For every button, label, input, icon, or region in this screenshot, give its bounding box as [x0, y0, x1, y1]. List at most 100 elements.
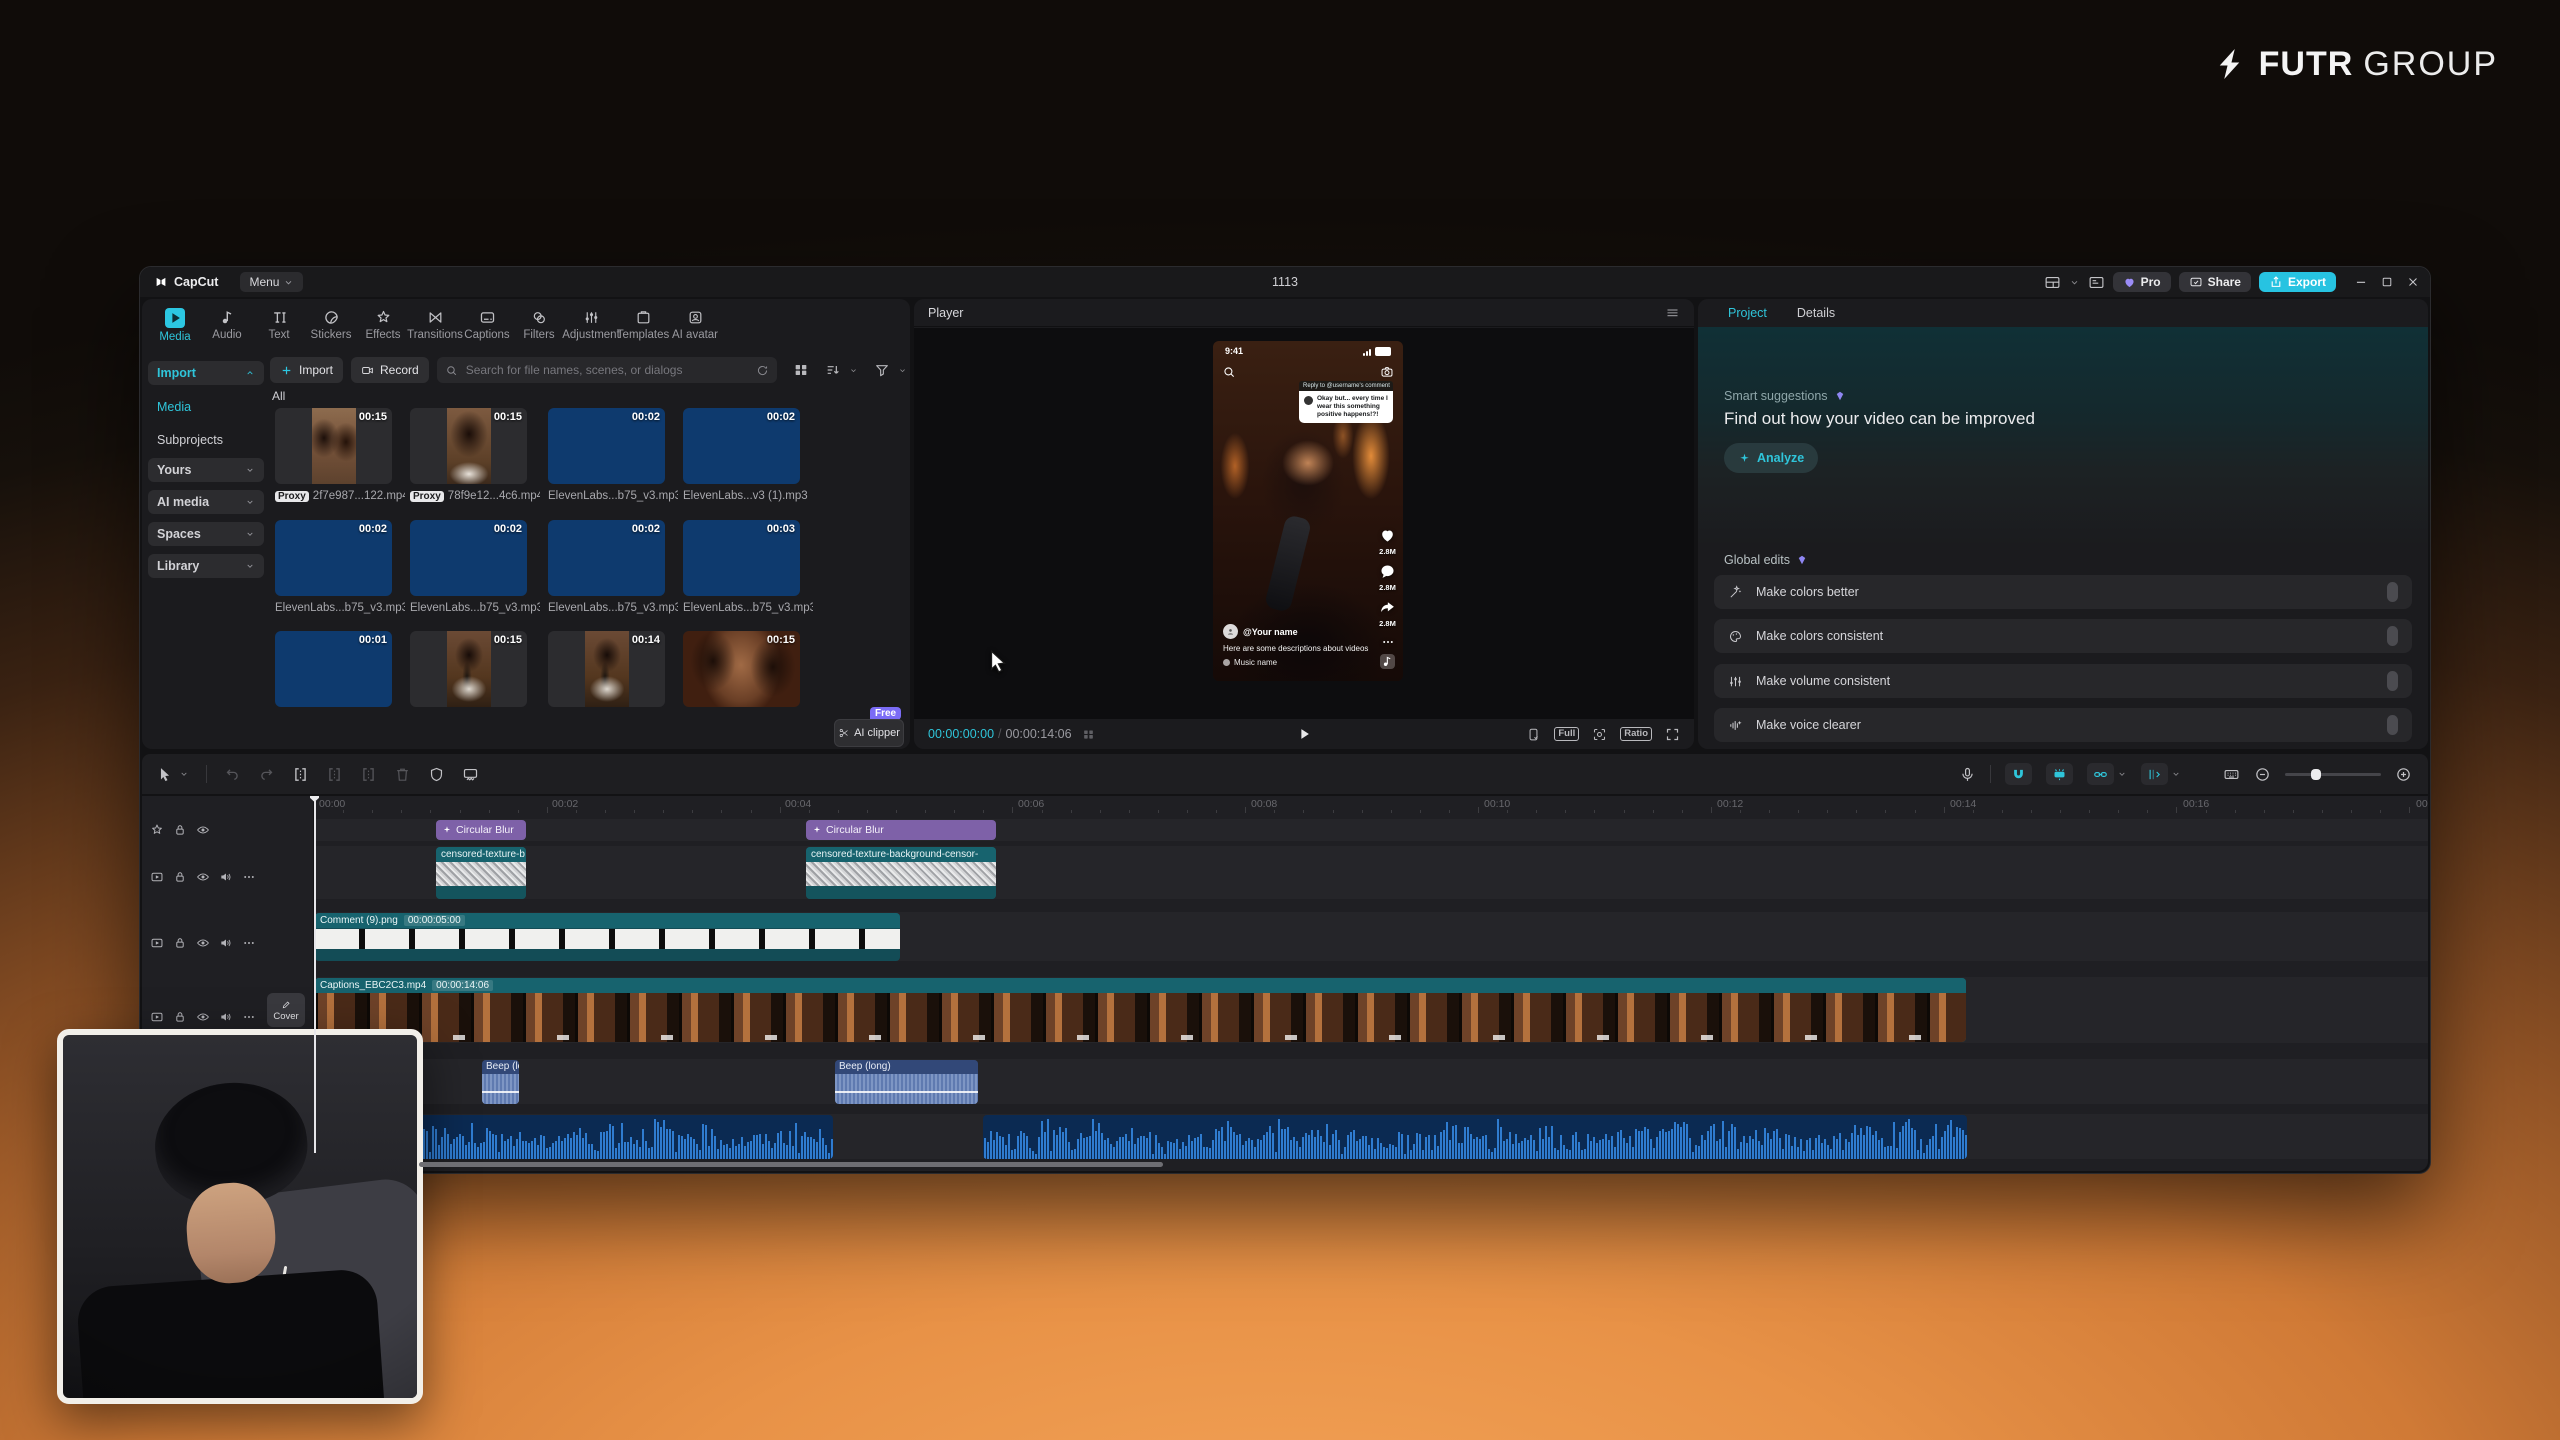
more-icon[interactable]: [242, 936, 256, 950]
full-badge[interactable]: Full: [1554, 727, 1579, 741]
beep-audio-clip[interactable]: Beep (long): [835, 1060, 978, 1104]
dialog-audio-clip[interactable]: [419, 1115, 833, 1159]
player-viewport[interactable]: 9:41 Reply to @username's comment Okay b…: [914, 328, 1694, 719]
analyze-button[interactable]: Analyze: [1724, 443, 1818, 473]
texture-clip[interactable]: censored-texture-b: [436, 847, 526, 899]
toggle-switch[interactable]: [2387, 626, 2398, 646]
media-item-audio[interactable]: 00:02: [548, 408, 665, 484]
effects-track-icon[interactable]: [150, 823, 164, 837]
captions-video-clip[interactable]: Captions_EBC2C3.mp4 00:00:14:06: [315, 978, 1966, 1042]
media-item-video[interactable]: 00:15: [683, 631, 800, 707]
timeline-view-button[interactable]: [2223, 766, 2240, 783]
pro-button[interactable]: Pro: [2113, 272, 2171, 292]
global-edit-wand[interactable]: Make colors better: [1714, 575, 2412, 609]
beep-audio-clip[interactable]: Beep (long): [482, 1060, 519, 1104]
play-button[interactable]: [1295, 725, 1313, 743]
export-button[interactable]: Export: [2259, 272, 2336, 292]
global-edit-palette[interactable]: Make colors consistent: [1714, 619, 2412, 653]
texture-clip[interactable]: censored-texture-background-censor-: [806, 847, 996, 899]
eye-icon[interactable]: [196, 823, 210, 837]
speaker-icon[interactable]: [219, 936, 233, 950]
lock-icon[interactable]: [173, 1010, 187, 1024]
lock-icon[interactable]: [173, 936, 187, 950]
layout-chevron-icon[interactable]: [2069, 277, 2080, 288]
split-left-button[interactable]: [326, 766, 343, 783]
close-icon[interactable]: [2406, 275, 2420, 289]
fullscreen-icon[interactable]: [1665, 727, 1680, 742]
speaker-icon[interactable]: [219, 870, 233, 884]
media-item-audio[interactable]: 00:03: [683, 520, 800, 596]
toggle-switch[interactable]: [2387, 582, 2398, 602]
link-toggle[interactable]: [2087, 763, 2114, 785]
media-item-audio[interactable]: 00:02: [683, 408, 800, 484]
select-tool[interactable]: [156, 766, 173, 783]
eye-icon[interactable]: [196, 1010, 210, 1024]
timeline-scrollbar[interactable]: [419, 1162, 1163, 1167]
more-icon[interactable]: [242, 870, 256, 884]
auto-cut-toggle[interactable]: [2046, 763, 2073, 785]
share-button[interactable]: Share: [2179, 272, 2251, 292]
ai-clipper-button[interactable]: AI clipper: [834, 719, 904, 747]
media-item-audio[interactable]: 00:02: [548, 520, 665, 596]
media-item-video[interactable]: 00:15: [410, 631, 527, 707]
timeline[interactable]: Cover 00:0000:0200:0400:0600:0800:1000:1…: [142, 796, 2428, 1171]
frame-preview-icon[interactable]: [1082, 728, 1095, 741]
video-preview[interactable]: 9:41 Reply to @username's comment Okay b…: [1213, 341, 1403, 681]
media-item-audio[interactable]: 00:02: [410, 520, 527, 596]
zoom-in-button[interactable]: [2395, 766, 2412, 783]
split-button[interactable]: [292, 766, 309, 783]
tool-chevron[interactable]: [179, 769, 189, 779]
player-menu-icon[interactable]: [1665, 305, 1680, 320]
dialog-audio-clip[interactable]: [983, 1115, 1967, 1159]
global-edit-sliders[interactable]: Make volume consistent: [1714, 664, 2412, 698]
smart-cut-button[interactable]: [462, 766, 479, 783]
toggle-switch[interactable]: [2387, 715, 2398, 735]
video-track-icon[interactable]: [150, 1010, 164, 1024]
effect-clip[interactable]: Circular Blur: [806, 820, 996, 840]
media-item-audio[interactable]: 00:02: [275, 520, 392, 596]
zoom-out-button[interactable]: [2254, 766, 2271, 783]
comment-image-clip[interactable]: Comment (9).png 00:00:05:00: [315, 913, 900, 961]
chevron-down-icon[interactable]: [2117, 769, 2127, 779]
tab-project[interactable]: Project: [1728, 306, 1767, 320]
ratio-badge[interactable]: Ratio: [1620, 727, 1652, 741]
timeline-ruler[interactable]: 00:0000:0200:0400:0600:0800:1000:1200:14…: [314, 796, 2428, 814]
snap-toggle[interactable]: [2005, 763, 2032, 785]
media-item-video[interactable]: 00:15: [410, 408, 527, 484]
delete-button[interactable]: [394, 766, 411, 783]
media-item-video[interactable]: 00:14: [548, 631, 665, 707]
effect-clip[interactable]: Circular Blur: [436, 820, 526, 840]
track-mixer-toggle[interactable]: [2141, 763, 2168, 785]
video-track-icon[interactable]: [150, 870, 164, 884]
speaker-icon[interactable]: [219, 1010, 233, 1024]
chevron-down-icon[interactable]: [2171, 769, 2181, 779]
zoom-slider-knob[interactable]: [2311, 769, 2321, 780]
zoom-slider[interactable]: [2285, 773, 2381, 776]
waveform-bar: [1374, 1149, 1376, 1159]
focus-icon[interactable]: [1592, 727, 1607, 742]
maximize-icon[interactable]: [2380, 275, 2394, 289]
media-item-video[interactable]: 00:15: [275, 408, 392, 484]
cover-button[interactable]: Cover: [267, 993, 305, 1027]
video-track-icon[interactable]: [150, 936, 164, 950]
menu-button[interactable]: Menu: [240, 272, 303, 292]
more-icon[interactable]: [242, 1010, 256, 1024]
mask-button[interactable]: [428, 766, 445, 783]
layout-select-icon[interactable]: [2044, 274, 2061, 291]
lock-icon[interactable]: [173, 823, 187, 837]
layout-compact-icon[interactable]: [2088, 274, 2105, 291]
lock-icon[interactable]: [173, 870, 187, 884]
eye-icon[interactable]: [196, 870, 210, 884]
redo-button[interactable]: [258, 766, 275, 783]
minimize-icon[interactable]: [2354, 275, 2368, 289]
eye-icon[interactable]: [196, 936, 210, 950]
split-right-button[interactable]: [360, 766, 377, 783]
media-item-audio[interactable]: 00:01: [275, 631, 392, 707]
playhead[interactable]: [310, 796, 319, 1159]
voiceover-button[interactable]: [1959, 766, 1976, 783]
phone-check-icon[interactable]: [1526, 727, 1541, 742]
undo-button[interactable]: [224, 766, 241, 783]
toggle-switch[interactable]: [2387, 671, 2398, 691]
global-edit-voice[interactable]: Make voice clearer: [1714, 708, 2412, 742]
tab-details[interactable]: Details: [1797, 306, 1835, 320]
